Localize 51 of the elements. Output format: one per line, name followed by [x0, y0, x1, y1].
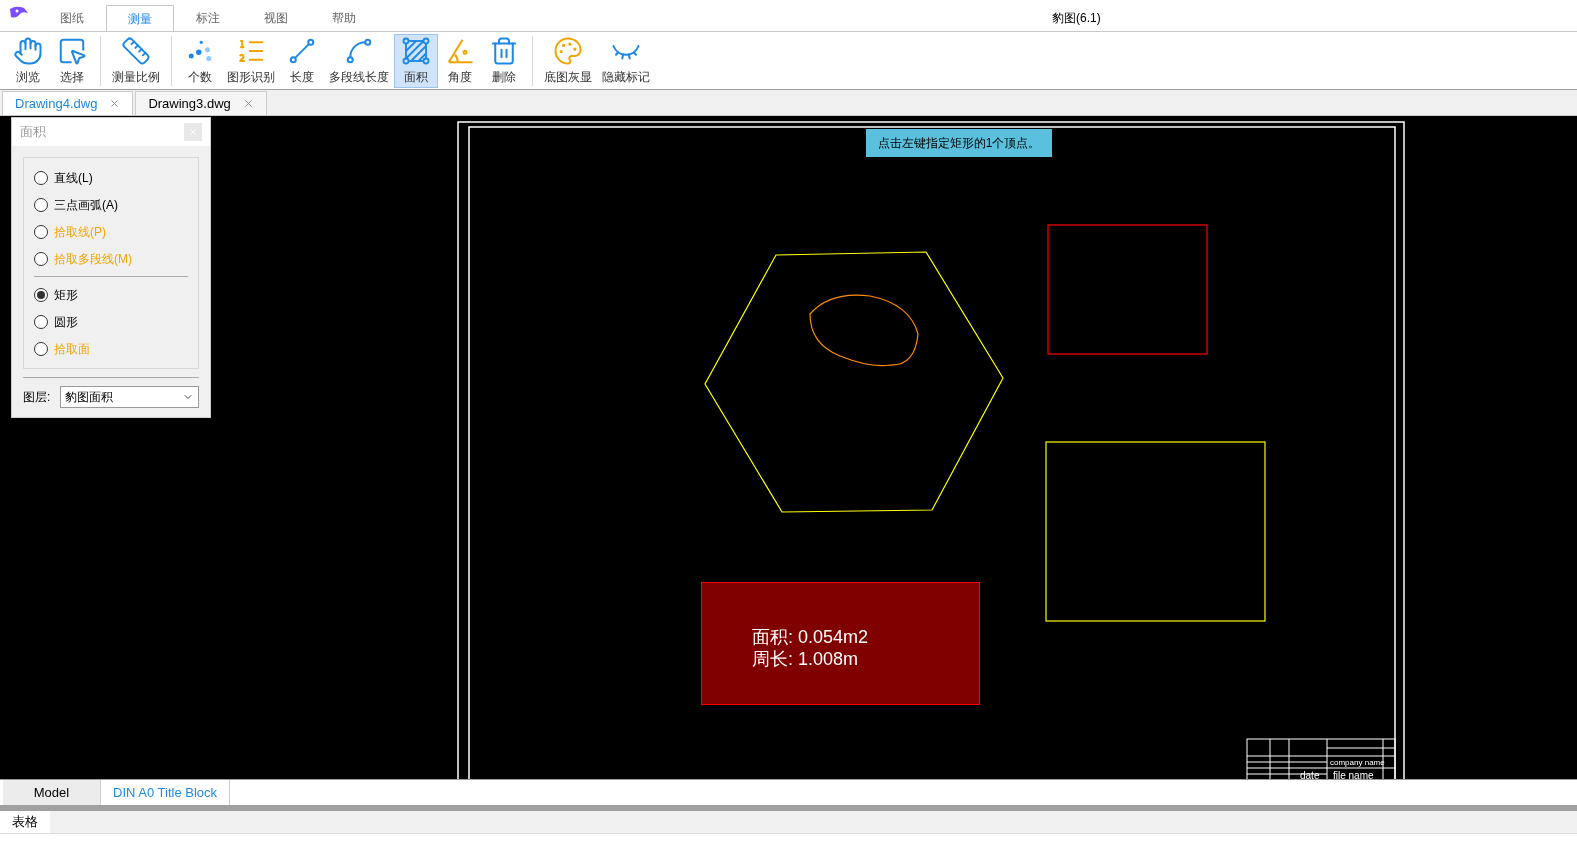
radio-button[interactable] — [34, 341, 48, 356]
radio-button[interactable] — [34, 224, 48, 239]
trash-icon — [489, 35, 519, 66]
radio-option[interactable]: 直线(L) — [34, 164, 188, 191]
layout-tab[interactable]: Model — [3, 780, 101, 805]
radio-button[interactable] — [34, 287, 48, 302]
toolbar-button[interactable]: 长度 — [280, 33, 324, 88]
title-block-text: company name — [1330, 758, 1385, 767]
prompt-tooltip: 点击左键指定矩形的1个顶点。 — [866, 129, 1052, 157]
radio-button[interactable] — [34, 170, 48, 185]
menu-tab[interactable]: 帮助 — [310, 5, 378, 31]
toolbar-button[interactable]: 测量比例 — [107, 33, 165, 88]
menu-tab[interactable]: 视图 — [242, 5, 310, 31]
toolbar-button[interactable]: 隐藏标记 — [597, 33, 655, 88]
logo-icon — [8, 5, 30, 21]
toolbar-button[interactable]: 底图灰显 — [539, 33, 597, 88]
document-tab[interactable]: Drawing4.dwg — [2, 91, 134, 115]
toolbar-button[interactable]: 图形识别 — [222, 33, 280, 88]
menu-tab[interactable]: 标注 — [174, 5, 242, 31]
toolbar-button[interactable]: 面积 — [394, 33, 438, 88]
palette-icon — [553, 35, 583, 66]
title-block-text: date — [1300, 770, 1320, 779]
toolbar-button[interactable]: 角度 — [438, 33, 482, 88]
layer-label: 图层: — [23, 389, 51, 406]
result-text: 周长: 1.008m — [752, 647, 860, 670]
hatched-square-icon — [401, 35, 431, 66]
layer-dropdown[interactable]: 豹图面积 — [60, 386, 199, 408]
toolbar-button[interactable]: 个数 — [178, 33, 222, 88]
toolbar-button[interactable]: 多段线长度 — [324, 33, 394, 88]
radio-button[interactable] — [34, 197, 48, 212]
title-block-text: file name — [1333, 770, 1374, 779]
toolbar-button[interactable]: 删除 — [482, 33, 526, 88]
close-icon[interactable] — [242, 98, 254, 109]
radio-option[interactable]: 三点画弧(A) — [34, 191, 188, 218]
toolbar-button[interactable]: 浏览 — [6, 33, 50, 88]
ruler-icon — [121, 35, 151, 66]
window-title: 豹图(6.1) — [1052, 10, 1101, 27]
panel-tab[interactable]: 表格 — [0, 811, 50, 833]
panel-title: 面积 — [20, 123, 46, 142]
menu-tab[interactable]: 测量 — [106, 5, 174, 31]
drawing-canvas[interactable]: company name date file name 面积 直线(L) 三点画弧(A) 拾取线(P) 拾取多段线(M) 矩形 圆形 拾取面 图层: 豹图面积 点击左键指定矩形的1个顶点。 面积: 0.054m2 周长: 1.008m — [0, 116, 1577, 779]
radio-option[interactable]: 矩形 — [34, 281, 188, 308]
hand-icon — [13, 35, 43, 66]
radio-button[interactable] — [34, 314, 48, 329]
document-tab[interactable]: Drawing3.dwg — [135, 91, 267, 115]
toolbar-button[interactable]: 选择 — [50, 33, 94, 88]
result-text: 面积: 0.054m2 — [752, 625, 870, 648]
menu-tab[interactable]: 图纸 — [38, 5, 106, 31]
close-icon[interactable] — [109, 98, 121, 109]
radio-option[interactable]: 圆形 — [34, 308, 188, 335]
radio-button[interactable] — [34, 251, 48, 266]
